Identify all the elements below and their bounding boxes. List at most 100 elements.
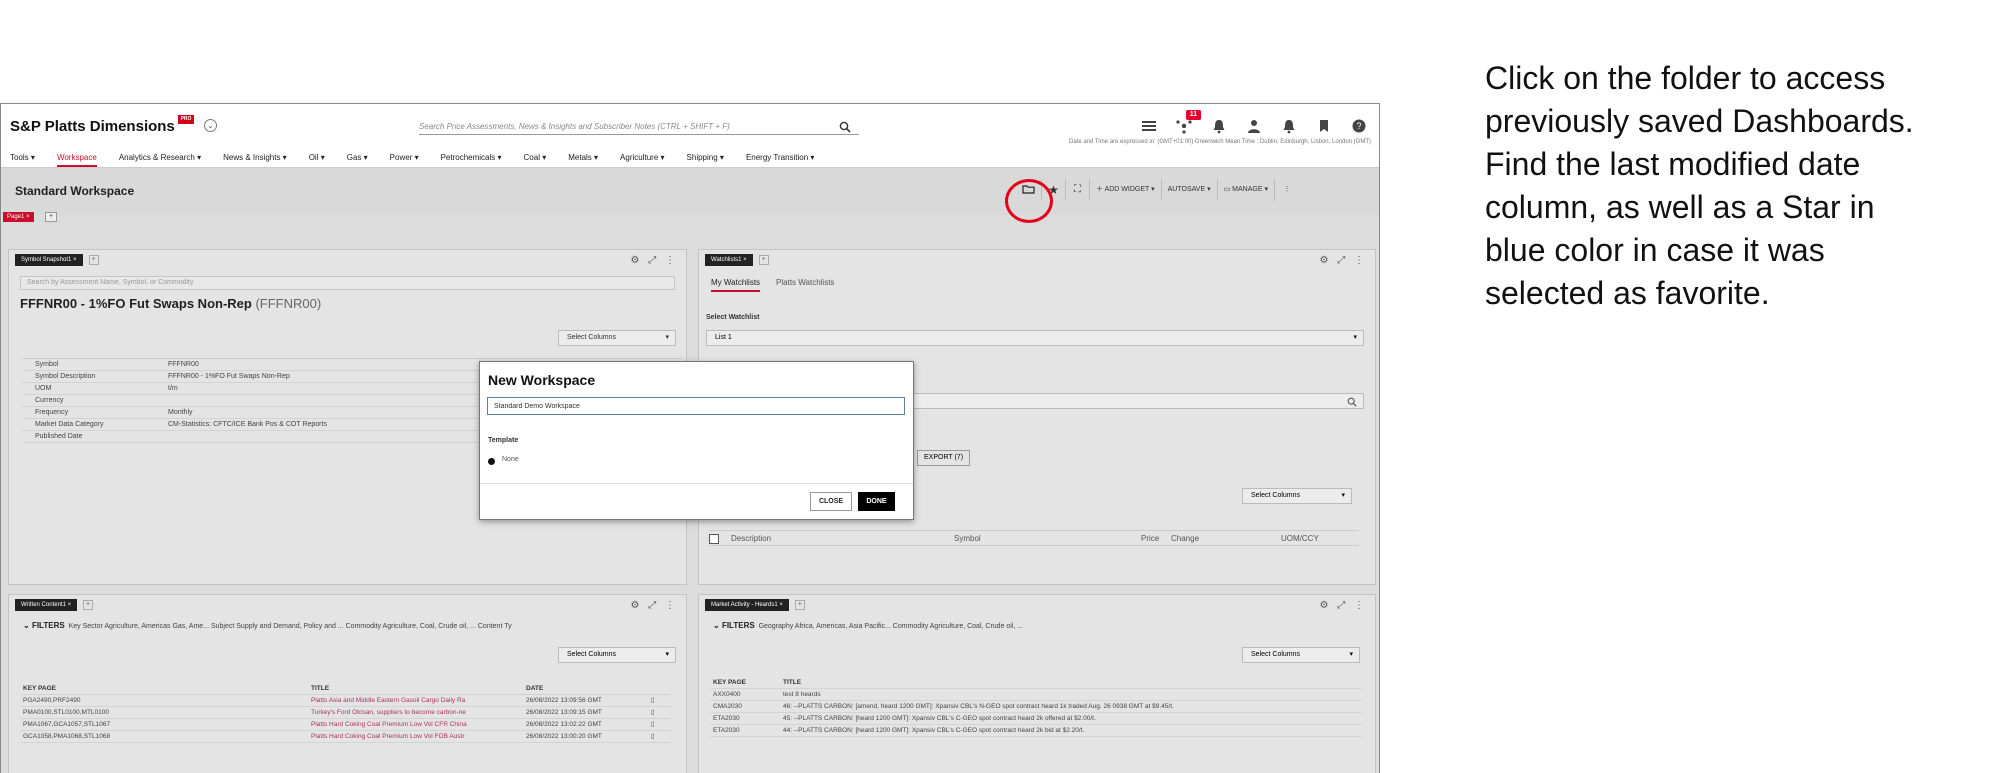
utility-icons: ? [1139,118,1369,134]
bookmark-icon[interactable]: ▯ [651,707,655,718]
table-row[interactable]: GCA1058,PMA1068,STL1068 Platts Hard Coki… [21,731,671,743]
table-row[interactable]: PMA1067,GCA1057,STL1067 Platts Hard Coki… [21,719,671,731]
widget-tab[interactable]: Market Activity - Heards1 × [705,599,789,611]
instruction-text: Click on the folder to access previously… [1485,57,1995,315]
table-row[interactable]: PGA2490,PRF2490 Platts Asia and Middle E… [21,695,671,707]
menu-shipping[interactable]: Shipping ▾ [687,148,724,167]
add-tab-button[interactable]: + [83,600,94,610]
export-button[interactable]: EXPORT (7) [917,450,971,466]
tab-platts-watchlists[interactable]: Platts Watchlists [776,278,834,292]
add-widget-button[interactable]: ＋ ADD WIDGET ▾ [1090,179,1162,201]
template-none-radio[interactable] [488,458,495,465]
new-workspace-dialog: New Workspace Template None CLOSE DONE [479,361,914,520]
template-none-label[interactable]: None [502,456,519,463]
search-icon[interactable] [839,121,851,133]
workspace-toolbar: ★ ⛶ ＋ ADD WIDGET ▾ AUTOSAVE ▾ ▭ MANAGE ▾… [1016,179,1299,201]
table-row[interactable]: ETA2030 44: --PLATTS CARBON: [heard 1200 … [711,725,1361,737]
bookmark-icon[interactable]: ▯ [651,731,655,742]
table-row[interactable]: ETA2030 45: --PLATTS CARBON: [heard 1200 … [711,713,1361,725]
widget-tab[interactable]: Symbol Snapshot1 × [15,254,83,266]
list-icon[interactable] [1139,118,1159,134]
select-columns-dropdown[interactable]: Select Columns ▾ [558,647,676,663]
search-placeholder: Search Price Assessments, News & Insight… [419,122,730,131]
menu-workspace[interactable]: Workspace [56,148,97,167]
bookmark-icon[interactable] [1314,118,1334,134]
widget-controls[interactable]: ⚙ ⤢ ⋮ [1319,600,1367,611]
menu-petrochemicals[interactable]: Petrochemicals ▾ [441,148,502,167]
select-columns-dropdown[interactable]: Select Columns ▾ [1242,647,1360,663]
table-header: KEY PAGE TITLE DATE [21,683,671,695]
add-tab-button[interactable]: + [758,255,769,265]
table-row[interactable]: AXX0400 test 8 heards [711,689,1361,701]
select-watchlist-label: Select Watchlist [706,314,760,321]
highlight-circle [1005,179,1053,223]
menu-oil[interactable]: Oil ▾ [309,148,325,167]
plus-icon: ＋ [1096,186,1103,193]
add-tab-button[interactable]: + [794,600,805,610]
close-button[interactable]: CLOSE [810,492,852,511]
written-content-table: KEY PAGE TITLE DATE PGA2490,PRF2490 Plat… [21,683,671,743]
col-uom-ccy[interactable]: UOM/CCY [1281,531,1319,547]
network-icon[interactable] [1174,118,1194,134]
bookmark-icon[interactable]: ▯ [651,695,655,706]
help-icon[interactable]: ? [1349,118,1369,134]
add-tab-button[interactable]: + [88,255,99,265]
widget-header: Watchlists1 × + ⚙ ⤢ ⋮ [699,250,1375,270]
table-row[interactable]: CMA2030 46: --PLATTS CARBON: [amend, hear… [711,701,1361,713]
fullscreen-button[interactable]: ⛶ [1066,179,1090,201]
tab-my-watchlists[interactable]: My Watchlists [711,278,761,292]
page-tab[interactable]: Page1 × [3,212,34,222]
add-page-button[interactable]: + [45,212,57,222]
svg-text:?: ? [1356,121,1361,131]
menu-power[interactable]: Power ▾ [390,148,419,167]
more-options-icon[interactable]: ⋮ [1275,179,1299,201]
brand-logo[interactable]: S&P Platts Dimensions [10,118,175,135]
watchlist-dropdown[interactable]: List 1 ▾ [706,330,1364,346]
select-columns-dropdown[interactable]: Select Columns ▾ [1242,488,1352,504]
written-content-widget: Written Content1 × + ⚙ ⤢ ⋮ ⌄ FILTERS Key… [8,594,687,773]
widget-controls[interactable]: ⚙ ⤢ ⋮ [630,255,678,266]
instruction-line: selected as favorite. [1485,275,1770,311]
chevron-down-icon[interactable]: ⌄ [204,119,217,132]
col-description[interactable]: Description [731,531,771,547]
menu-tools[interactable]: Tools ▾ [10,148,35,167]
col-symbol[interactable]: Symbol [954,531,981,547]
filters-bar[interactable]: ⌄ FILTERS Geography Africa, Americas, As… [713,621,1361,630]
workspace-name-input[interactable] [487,397,905,415]
menu-agriculture[interactable]: Agriculture ▾ [620,148,665,167]
select-columns-dropdown[interactable]: Select Columns ▾ [558,330,676,346]
manage-dropdown[interactable]: ▭ MANAGE ▾ [1218,179,1275,201]
symbol-search-input[interactable]: Search by Assessment Name, Symbol, or Co… [20,276,675,290]
menu-news-insights[interactable]: News & Insights ▾ [223,148,287,167]
menu-energy-transition[interactable]: Energy Transition ▾ [746,148,815,167]
instruction-line: previously saved Dashboards. [1485,103,1914,139]
done-button[interactable]: DONE [858,492,895,511]
instruction-line: Find the last modified date [1485,146,1861,182]
autosave-dropdown[interactable]: AUTOSAVE ▾ [1162,179,1218,201]
bell-icon[interactable] [1209,118,1229,134]
filters-bar[interactable]: ⌄ FILTERS Key Sector Agriculture, Americ… [23,621,672,630]
market-activity-table: KEY PAGE TITLE AXX0400 test 8 heards CMA2… [711,677,1361,737]
col-price[interactable]: Price [1141,531,1159,547]
timezone-info: Date and Time are expressed in: (GMT+01:… [1069,139,1371,145]
menu-analytics-research[interactable]: Analytics & Research ▾ [119,148,201,167]
market-activity-widget: Market Activity - Heards1 × + ⚙ ⤢ ⋮ ⌄ FI… [698,594,1376,773]
table-row[interactable]: PMA0100,STL0100,MTL0100 Turkey's Ford Ot… [21,707,671,719]
widget-tab[interactable]: Watchlists1 × [705,254,753,266]
brand-badge: PRO [178,115,194,124]
user-icon[interactable] [1244,118,1264,134]
widget-tab[interactable]: Written Content1 × [15,599,78,611]
widget-controls[interactable]: ⚙ ⤢ ⋮ [630,600,678,611]
menu-metals[interactable]: Metals ▾ [568,148,598,167]
watchlist-column-headers: Description Symbol Price Change UOM/CCY [709,530,1359,546]
menu-gas[interactable]: Gas ▾ [347,148,368,167]
menu-coal[interactable]: Coal ▾ [524,148,547,167]
widget-controls[interactable]: ⚙ ⤢ ⋮ [1319,255,1367,266]
alert-bell-icon[interactable] [1279,118,1299,134]
col-change[interactable]: Change [1171,531,1199,547]
search-icon [1347,397,1357,407]
platts-app-window: S&P Platts Dimensions PRO ⌄ Search Price… [0,103,1380,773]
bookmark-icon[interactable]: ▯ [651,719,655,730]
global-search-input[interactable]: Search Price Assessments, News & Insight… [419,121,859,135]
select-all-checkbox[interactable] [709,534,719,544]
